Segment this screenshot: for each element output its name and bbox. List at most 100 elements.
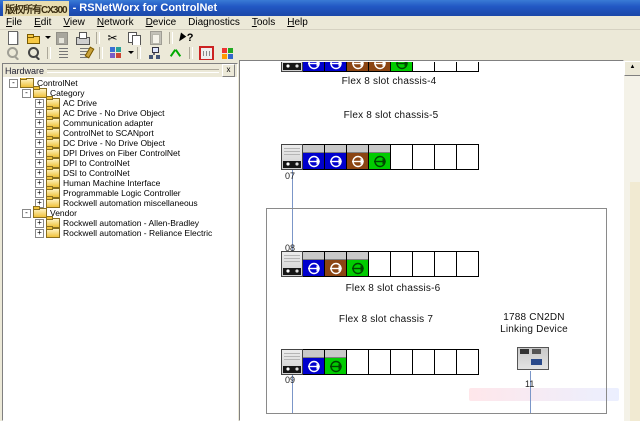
empty-slot[interactable] bbox=[434, 251, 457, 277]
empty-slot[interactable] bbox=[368, 349, 391, 375]
tree-item-dsi-to-controlnet[interactable]: +DSI to ControlNet bbox=[4, 168, 236, 178]
expand-box-icon[interactable]: + bbox=[35, 139, 44, 148]
chassis-4[interactable] bbox=[281, 62, 479, 72]
empty-slot[interactable] bbox=[368, 251, 391, 277]
io-arrow-icon bbox=[328, 154, 344, 169]
menu-file[interactable]: File bbox=[0, 16, 28, 29]
empty-slot[interactable] bbox=[434, 144, 457, 170]
empty-slot[interactable] bbox=[412, 349, 435, 375]
tree-item-rockwell-automation-reliance-electric[interactable]: +Rockwell automation - Reliance Electric bbox=[4, 228, 236, 238]
tree-item-human-machine-interface[interactable]: +Human Machine Interface bbox=[4, 178, 236, 188]
expand-box-icon[interactable]: + bbox=[35, 159, 44, 168]
expand-box-icon[interactable]: + bbox=[35, 109, 44, 118]
tree-item-dc-drive-no-drive-object[interactable]: +DC Drive - No Drive Object bbox=[4, 138, 236, 148]
controlnet-adapter-module[interactable] bbox=[281, 144, 303, 170]
edits-pencil-button[interactable] bbox=[75, 46, 95, 60]
empty-slot[interactable] bbox=[456, 62, 479, 72]
tree-item-controlnet-to-scanport[interactable]: +ControlNet to SCANport bbox=[4, 128, 236, 138]
io-module-green[interactable] bbox=[390, 62, 413, 72]
diagnostics-wave-button[interactable] bbox=[165, 46, 185, 60]
controlnet-adapter-module[interactable] bbox=[281, 62, 303, 72]
dropdown-arrow-icon[interactable] bbox=[44, 31, 51, 45]
io-module-blue[interactable] bbox=[302, 62, 325, 72]
empty-slot[interactable] bbox=[456, 349, 479, 375]
chassis-5[interactable] bbox=[281, 144, 479, 170]
io-module-green[interactable] bbox=[324, 349, 347, 375]
menu-network[interactable]: Network bbox=[91, 16, 140, 29]
chassis-6[interactable] bbox=[281, 251, 479, 277]
controlnet-adapter-module[interactable] bbox=[281, 251, 303, 277]
expand-box-icon[interactable]: + bbox=[35, 119, 44, 128]
empty-slot[interactable] bbox=[412, 62, 435, 72]
tree-item-rockwell-automation-allen-bradley[interactable]: +Rockwell automation - Allen-Bradley bbox=[4, 218, 236, 228]
empty-slot[interactable] bbox=[434, 349, 457, 375]
expand-box-icon[interactable]: + bbox=[35, 99, 44, 108]
menu-view[interactable]: View bbox=[57, 16, 91, 29]
properties-color-button[interactable] bbox=[217, 46, 237, 60]
print-button[interactable] bbox=[72, 31, 92, 45]
network-canvas[interactable]: Flex 8 slot chassis-4Flex 8 slot chassis… bbox=[241, 62, 622, 419]
collapse-box-icon[interactable]: - bbox=[22, 209, 31, 218]
io-module-green[interactable] bbox=[368, 144, 391, 170]
linking-device-1788-cn2dn[interactable] bbox=[517, 347, 549, 370]
controlnet-adapter-module[interactable] bbox=[281, 349, 303, 375]
network-topology-button[interactable] bbox=[144, 46, 164, 60]
dropdown-arrow-icon[interactable] bbox=[127, 46, 134, 60]
node-palette-button[interactable] bbox=[106, 46, 126, 60]
collapse-box-icon[interactable]: - bbox=[9, 79, 18, 88]
tree-item-ac-drive-no-drive-object[interactable]: +AC Drive - No Drive Object bbox=[4, 108, 236, 118]
empty-slot[interactable] bbox=[456, 251, 479, 277]
empty-slot[interactable] bbox=[390, 349, 413, 375]
empty-slot[interactable] bbox=[346, 349, 369, 375]
expand-box-icon[interactable]: + bbox=[35, 149, 44, 158]
edits-enabled-button[interactable] bbox=[54, 46, 74, 60]
expand-box-icon[interactable]: + bbox=[35, 219, 44, 228]
io-module-brown[interactable] bbox=[346, 62, 369, 72]
chassis-7[interactable] bbox=[281, 349, 479, 375]
io-module-blue[interactable] bbox=[302, 144, 325, 170]
expand-box-icon[interactable]: + bbox=[35, 179, 44, 188]
io-module-blue[interactable] bbox=[324, 144, 347, 170]
io-module-brown[interactable] bbox=[324, 251, 347, 277]
toolbar-separator bbox=[99, 47, 103, 59]
empty-slot[interactable] bbox=[390, 251, 413, 277]
tree-item-dpi-drives-on-fiber-controlnet[interactable]: +DPI Drives on Fiber ControlNet bbox=[4, 148, 236, 158]
empty-slot[interactable] bbox=[456, 144, 479, 170]
edits-pencil-icon bbox=[78, 46, 93, 60]
menu-help[interactable]: Help bbox=[281, 16, 314, 29]
tree-item-category[interactable]: -Category bbox=[4, 88, 236, 98]
collapse-box-icon[interactable]: - bbox=[22, 89, 31, 98]
empty-slot[interactable] bbox=[412, 251, 435, 277]
close-panel-button[interactable]: x bbox=[222, 64, 235, 77]
tree-item-programmable-logic-controller[interactable]: +Programmable Logic Controller bbox=[4, 188, 236, 198]
empty-slot[interactable] bbox=[434, 62, 457, 72]
io-module-green[interactable] bbox=[346, 251, 369, 277]
io-module-blue[interactable] bbox=[324, 62, 347, 72]
cut-button[interactable] bbox=[103, 31, 123, 45]
io-module-blue[interactable] bbox=[302, 349, 325, 375]
menu-tools[interactable]: Tools bbox=[246, 16, 281, 29]
tree-item-dpi-to-controlnet[interactable]: +DPI to ControlNet bbox=[4, 158, 236, 168]
scroll-up-button[interactable]: ▲ bbox=[624, 61, 640, 76]
tree-item-communication-adapter[interactable]: +Communication adapter bbox=[4, 118, 236, 128]
expand-box-icon[interactable]: + bbox=[35, 169, 44, 178]
io-module-blue[interactable] bbox=[302, 251, 325, 277]
help-pointer-button[interactable] bbox=[176, 31, 196, 45]
open-folder-button[interactable] bbox=[23, 31, 43, 45]
tree-item-vendor[interactable]: -Vendor bbox=[4, 208, 236, 218]
io-module-brown[interactable] bbox=[346, 144, 369, 170]
empty-slot[interactable] bbox=[390, 144, 413, 170]
empty-slot[interactable] bbox=[412, 144, 435, 170]
scanlist-red-button[interactable] bbox=[196, 46, 216, 60]
menu-edit[interactable]: Edit bbox=[28, 16, 57, 29]
zoom-select-button[interactable] bbox=[23, 46, 43, 60]
expand-box-icon[interactable]: + bbox=[35, 229, 44, 238]
new-file-button[interactable] bbox=[2, 31, 22, 45]
io-module-brown[interactable] bbox=[368, 62, 391, 72]
expand-box-icon[interactable]: + bbox=[35, 129, 44, 138]
menu-device[interactable]: Device bbox=[140, 16, 183, 29]
menu-diagnostics[interactable]: Diagnostics bbox=[182, 16, 246, 29]
expand-box-icon[interactable]: + bbox=[35, 189, 44, 198]
tree-item-ac-drive[interactable]: +AC Drive bbox=[4, 98, 236, 108]
copy-button[interactable] bbox=[124, 31, 144, 45]
